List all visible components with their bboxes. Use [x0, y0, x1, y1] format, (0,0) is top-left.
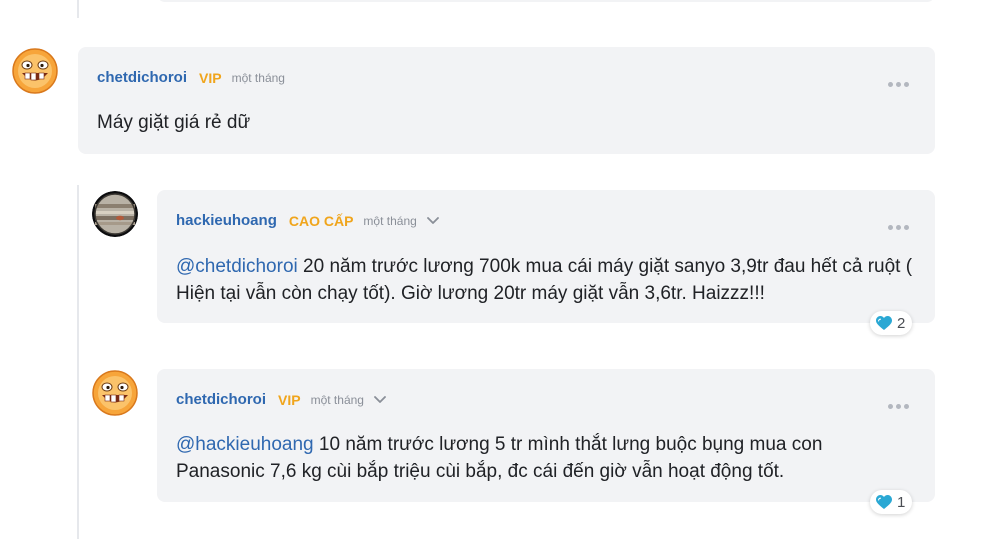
comment-time[interactable]: một tháng	[311, 393, 364, 407]
avatar[interactable]	[92, 191, 138, 237]
comment-card: hackieuhoang CAO CẤP một tháng @chetdich…	[157, 190, 935, 323]
comment-text: @hackieuhoang 10 năm trước lương 5 tr mì…	[176, 431, 913, 485]
chevron-down-icon[interactable]	[374, 395, 386, 404]
previous-comment-card	[157, 0, 935, 2]
reaction-badge[interactable]: 1	[870, 490, 913, 514]
chevron-down-icon[interactable]	[426, 216, 439, 225]
comment-text: Máy giặt giá rẻ dữ	[97, 112, 251, 133]
avatar[interactable]	[12, 48, 58, 94]
heart-reaction-icon	[876, 494, 892, 509]
more-options-icon[interactable]	[888, 404, 909, 409]
comment-thread: chetdichoroi VIP một tháng Máy giặt giá …	[0, 0, 1000, 539]
comment-header: chetdichoroi VIP một tháng	[176, 391, 386, 408]
comment-time[interactable]: một tháng	[363, 214, 416, 228]
username[interactable]: chetdichoroi	[176, 391, 266, 408]
mention-link[interactable]: @chetdichoroi	[176, 256, 298, 277]
avatar[interactable]	[92, 370, 138, 416]
reaction-count: 2	[897, 314, 906, 332]
thread-line	[77, 0, 79, 18]
thread-line	[77, 185, 79, 539]
username[interactable]: hackieuhoang	[176, 212, 277, 229]
username[interactable]: chetdichoroi	[97, 69, 187, 86]
comment-text: @chetdichoroi 20 năm trước lương 700k mu…	[176, 253, 913, 307]
comment-card: chetdichoroi VIP một tháng @hackieuhoang…	[157, 369, 935, 502]
comment-card: chetdichoroi VIP một tháng Máy giặt giá …	[78, 47, 935, 154]
user-badge: VIP	[278, 391, 301, 408]
more-options-icon[interactable]	[888, 225, 909, 230]
reaction-badge[interactable]: 2	[870, 311, 913, 335]
mention-link[interactable]: @hackieuhoang	[176, 434, 314, 455]
user-badge: CAO CẤP	[288, 212, 354, 229]
heart-reaction-icon	[876, 315, 892, 330]
more-options-icon[interactable]	[888, 82, 909, 87]
comment-time[interactable]: một tháng	[232, 71, 285, 85]
user-badge: VIP	[199, 69, 222, 86]
emoji-avatar-icon	[92, 370, 138, 416]
emoji-avatar-icon	[12, 48, 58, 94]
comment-header: hackieuhoang CAO CẤP một tháng	[176, 212, 439, 229]
comment-header: chetdichoroi VIP một tháng	[97, 69, 285, 86]
reaction-count: 1	[897, 493, 906, 511]
planet-avatar-icon	[92, 191, 138, 237]
